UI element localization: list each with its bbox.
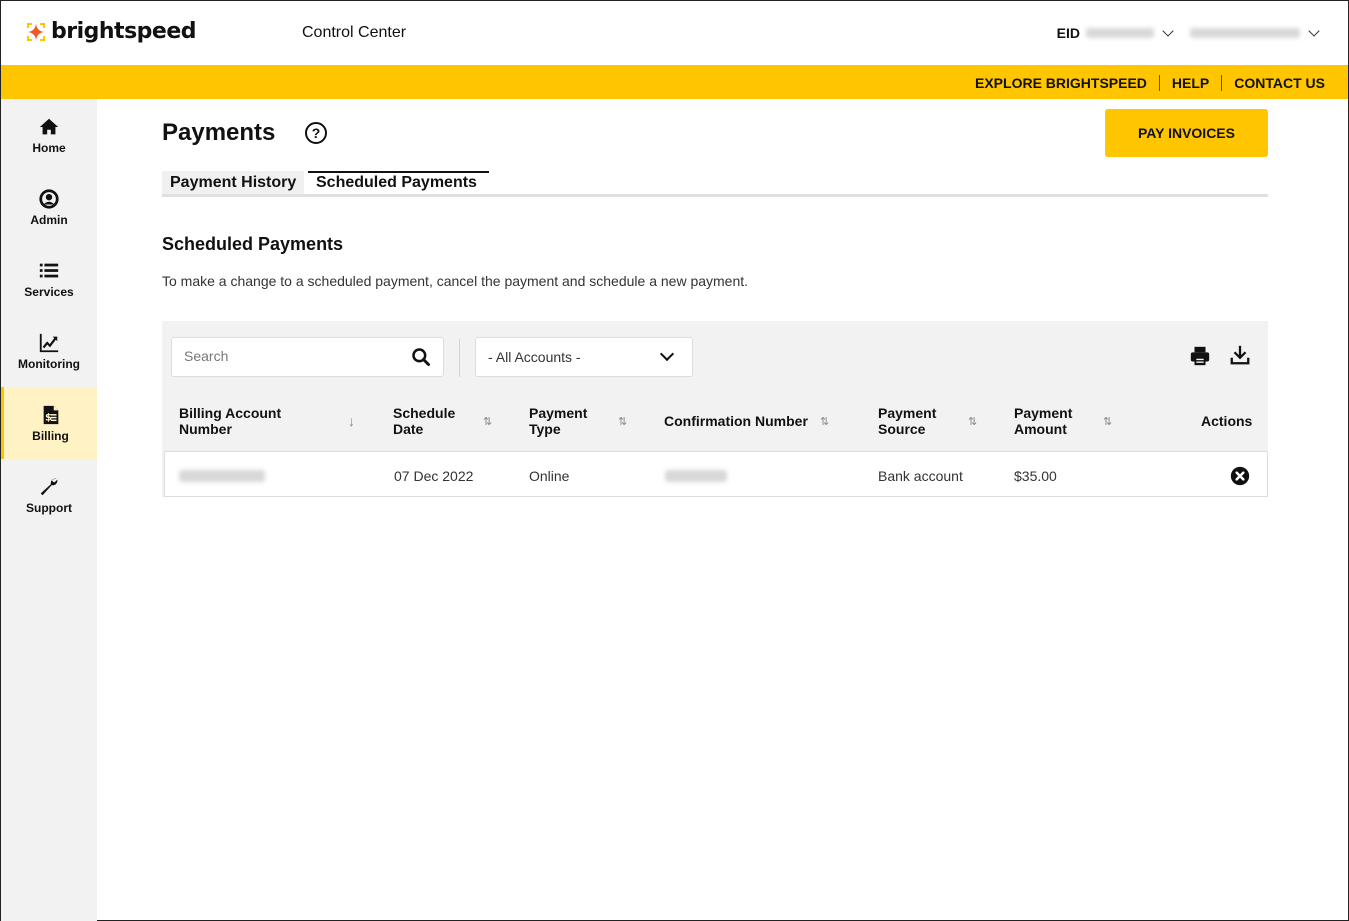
divider [1158, 75, 1160, 91]
sidebar-item-label: Billing [32, 428, 69, 443]
page-title: Payments [162, 119, 276, 146]
user-chevron-down-icon[interactable] [1308, 25, 1320, 37]
column-header-confirmation-number[interactable]: Confirmation Number [664, 413, 808, 429]
sidebar-item-label: Services [24, 284, 74, 299]
sidebar-item-label: Home [32, 140, 66, 155]
print-icon[interactable] [1189, 345, 1211, 367]
help-circle-icon[interactable]: ? [305, 122, 327, 144]
user-value-redacted[interactable] [1190, 28, 1300, 38]
tab-scheduled-payments[interactable]: Scheduled Payments [308, 171, 489, 194]
user-circle-icon [39, 188, 59, 209]
column-header-payment-source[interactable]: Payment Source [878, 405, 936, 437]
utility-bar: EXPLORE BRIGHTSPEED HELP CONTACT US [1, 65, 1348, 99]
chart-line-icon [39, 333, 59, 352]
eid-chevron-down-icon[interactable] [1162, 25, 1174, 37]
brightspeed-logo[interactable]: brightspeed [25, 19, 197, 45]
payment-type-cell: Online [529, 468, 570, 484]
account-filter-select[interactable]: - All Accounts - [475, 337, 693, 377]
section-description: To make a change to a scheduled payment,… [162, 273, 749, 289]
app-title: Control Center [302, 24, 407, 41]
sort-icon[interactable]: ⇅ [1103, 415, 1112, 428]
brightspeed-logo-icon [27, 23, 45, 41]
search-field[interactable] [171, 337, 444, 377]
scheduled-payments-table: - All Accounts - Billing AccountNumber ↓… [162, 321, 1268, 497]
sort-desc-icon[interactable]: ↓ [348, 413, 355, 429]
sort-icon[interactable]: ⇅ [820, 415, 829, 428]
payment-source-cell: Bank account [878, 468, 963, 484]
column-header-actions: Actions [1201, 413, 1253, 429]
sort-icon[interactable]: ⇅ [618, 415, 627, 428]
pay-invoices-button[interactable]: PAY INVOICES [1105, 109, 1268, 157]
sidebar-item-label: Support [26, 500, 72, 515]
home-icon [39, 118, 59, 134]
cancel-payment-icon[interactable] [1230, 466, 1250, 486]
top-header: brightspeed Control Center EID [1, 1, 1348, 65]
column-header-payment-type[interactable]: Payment Type [529, 405, 587, 437]
brand-name: brightspeed [51, 19, 197, 44]
sidebar-item-home[interactable]: Home [1, 99, 97, 171]
chevron-down-icon [659, 346, 675, 362]
confirmation-number-redacted [665, 470, 727, 482]
table-row: 07 Dec 2022 Online Bank account $35.00 [164, 451, 1268, 497]
wrench-icon [40, 478, 58, 495]
sidebar-item-monitoring[interactable]: Monitoring [1, 315, 97, 387]
column-header-payment-amount[interactable]: Payment Amount [1014, 405, 1072, 437]
schedule-date-cell: 07 Dec 2022 [394, 468, 474, 484]
column-header-billing-account[interactable]: Billing Account Number [179, 405, 281, 437]
payment-amount-cell: $35.00 [1014, 468, 1057, 484]
eid-value-redacted[interactable] [1086, 28, 1154, 38]
sidebar-item-services[interactable]: Services [1, 243, 97, 315]
sidebar-item-admin[interactable]: Admin [1, 171, 97, 243]
sort-icon[interactable]: ⇅ [483, 415, 492, 428]
divider [1221, 75, 1223, 91]
utility-nav: EXPLORE BRIGHTSPEED HELP CONTACT US [975, 75, 1325, 91]
billing-account-redacted [179, 470, 265, 482]
divider [459, 339, 460, 377]
account-filter-value: - All Accounts - [488, 349, 581, 365]
column-header-schedule-date[interactable]: Schedule Date [393, 405, 455, 437]
eid-label: EID [1056, 25, 1080, 41]
sidebar-item-support[interactable]: Support [1, 459, 97, 531]
download-icon[interactable] [1229, 344, 1251, 366]
list-icon [39, 263, 59, 277]
explore-brightspeed-link[interactable]: EXPLORE BRIGHTSPEED [975, 75, 1147, 91]
tab-payment-history[interactable]: Payment History [162, 171, 305, 194]
search-icon[interactable] [411, 347, 431, 367]
account-switcher: EID [1056, 25, 1320, 41]
section-title: Scheduled Payments [162, 234, 344, 254]
sort-icon[interactable]: ⇅ [968, 415, 977, 428]
sidebar: Home Admin Services Monitoring $ Billing… [1, 99, 97, 921]
help-link[interactable]: HELP [1172, 75, 1209, 91]
contact-us-link[interactable]: CONTACT US [1234, 75, 1325, 91]
invoice-dollar-icon: $ [43, 405, 58, 424]
sidebar-item-label: Admin [30, 212, 68, 227]
search-input[interactable] [184, 348, 404, 364]
sidebar-item-label: Monitoring [18, 356, 80, 371]
payment-tabs: Payment History Scheduled Payments [162, 171, 1268, 197]
sidebar-item-billing[interactable]: $ Billing [1, 387, 97, 459]
